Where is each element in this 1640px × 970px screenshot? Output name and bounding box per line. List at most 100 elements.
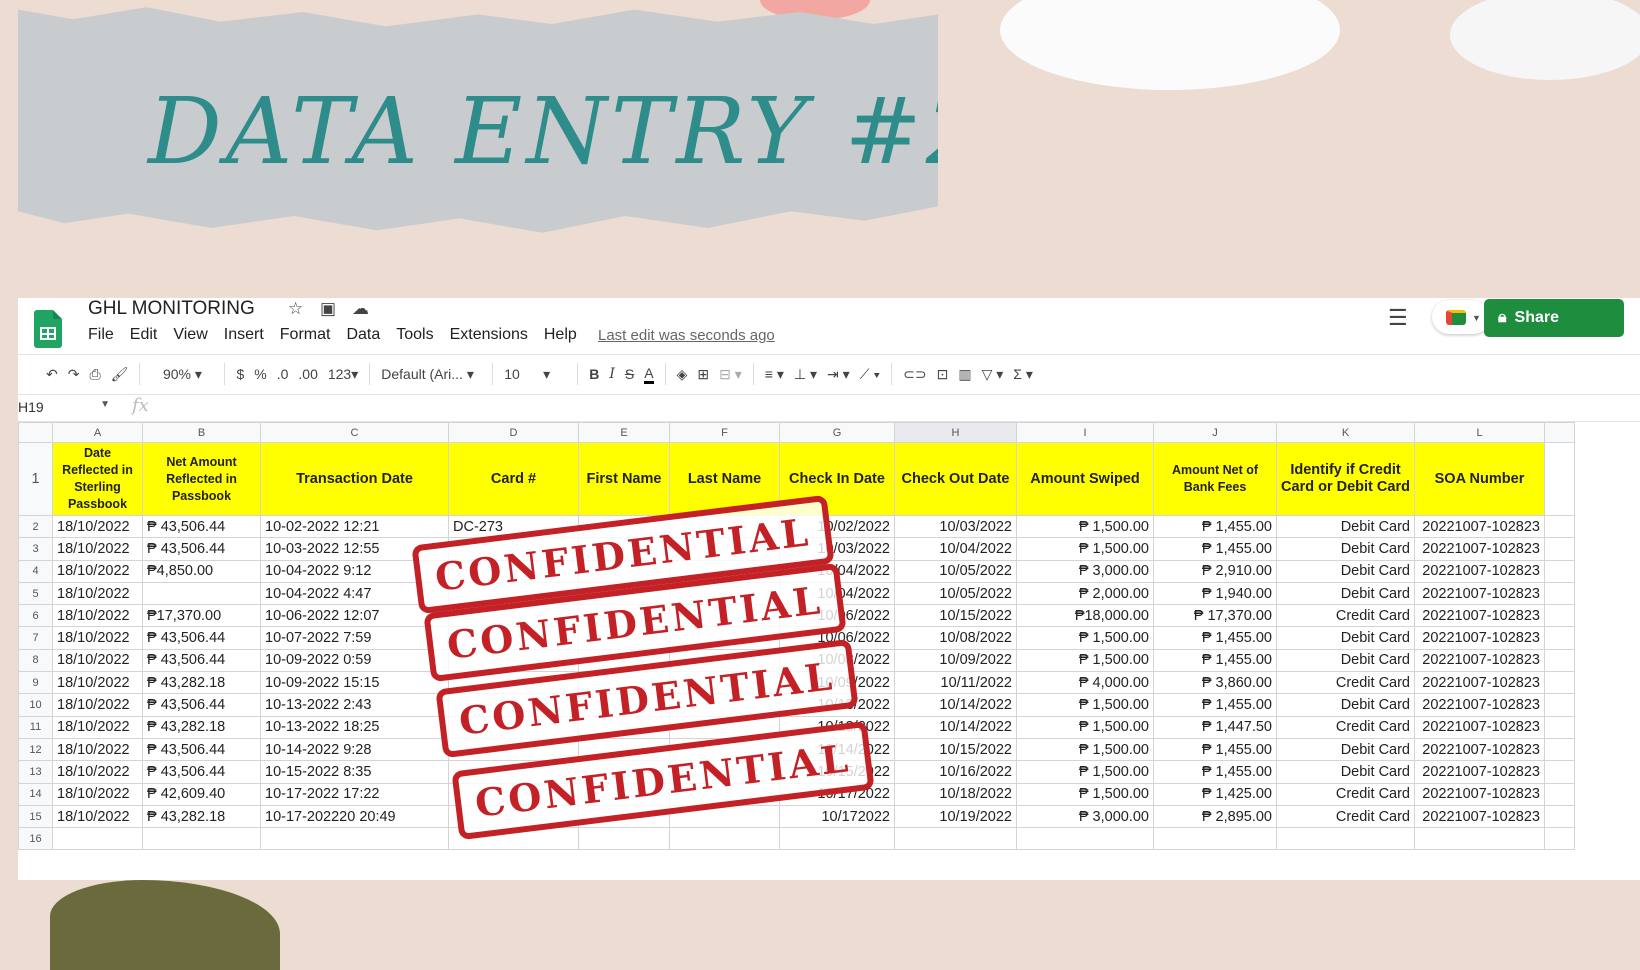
menu-extensions[interactable]: Extensions (450, 326, 528, 344)
table-cell[interactable]: ₱ 1,500.00 (1016, 648, 1154, 673)
table-cell[interactable]: 10/09/2022 (894, 648, 1017, 673)
text-color-button[interactable]: A (644, 365, 654, 384)
table-cell[interactable]: 10/08/2022 (894, 626, 1017, 650)
table-cell[interactable]: ₱ 2,000.00 (1016, 581, 1154, 606)
table-cell[interactable]: 18/10/2022 (52, 559, 143, 583)
table-cell[interactable]: 10/14/2022 (894, 693, 1017, 717)
table-cell[interactable]: ₱ 1,455.00 (1153, 737, 1277, 762)
horizontal-align-icon[interactable]: ≡ ▾ (765, 366, 784, 383)
empty-cell[interactable] (1016, 827, 1154, 851)
empty-cell[interactable] (52, 827, 143, 851)
table-cell[interactable]: 10/05/2022 (894, 581, 1017, 606)
menu-file[interactable]: File (88, 326, 114, 344)
table-cell[interactable]: ₱ 3,000.00 (1016, 804, 1154, 829)
table-cell[interactable]: 18/10/2022 (52, 537, 143, 561)
undo-icon[interactable]: ↶ (46, 366, 58, 383)
select-all-corner[interactable] (18, 422, 53, 443)
menu-help[interactable]: Help (544, 326, 577, 344)
meet-button[interactable]: ▼ (1432, 300, 1490, 334)
table-cell[interactable]: ₱ 43,506.44 (142, 693, 261, 717)
header-cell[interactable]: Card # (448, 442, 579, 516)
table-cell[interactable]: ₱ 1,447.50 (1153, 715, 1277, 739)
table-cell[interactable]: ₱ 1,455.00 (1153, 693, 1277, 717)
table-cell[interactable]: 18/10/2022 (52, 514, 143, 539)
move-folder-icon[interactable]: ▣ (320, 299, 336, 319)
paint-format-icon[interactable]: 🖌︎ (111, 366, 129, 383)
sheets-logo-icon[interactable] (34, 310, 62, 348)
table-cell[interactable]: Debit Card (1276, 648, 1415, 673)
column-header[interactable]: D (448, 422, 579, 443)
table-cell[interactable]: Credit Card (1276, 671, 1415, 695)
decrease-decimal-button[interactable]: .0 (277, 366, 289, 382)
menu-view[interactable]: View (173, 326, 207, 344)
table-cell[interactable]: 10-14-2022 9:28 (260, 737, 449, 762)
table-cell[interactable]: Debit Card (1276, 737, 1415, 762)
table-cell[interactable]: 20221007-102823 (1414, 514, 1545, 539)
table-cell[interactable]: ₱ 43,506.44 (142, 648, 261, 673)
table-cell[interactable]: 20221007-102823 (1414, 537, 1545, 561)
table-cell[interactable]: 10-17-202220 20:49 (260, 804, 449, 829)
header-cell[interactable]: Net Amount Reflected in Passbook (142, 442, 261, 516)
table-cell[interactable]: ₱ 43,282.18 (142, 715, 261, 739)
insert-comment-icon[interactable]: ⊡ (937, 366, 949, 383)
table-cell[interactable]: 20221007-102823 (1414, 760, 1545, 784)
column-header[interactable]: B (142, 422, 261, 443)
table-cell[interactable]: ₱ 43,282.18 (142, 804, 261, 829)
table-cell[interactable]: 18/10/2022 (52, 804, 143, 829)
column-header[interactable]: A (52, 422, 143, 443)
empty-cell[interactable] (1544, 782, 1575, 806)
table-cell[interactable]: ₱ 1,455.00 (1153, 626, 1277, 650)
table-cell[interactable]: 10/19/2022 (894, 804, 1017, 829)
last-edit-link[interactable]: Last edit was seconds ago (598, 327, 775, 344)
functions-icon[interactable]: Σ ▾ (1013, 366, 1033, 383)
row-number[interactable]: 8 (18, 648, 53, 673)
row-number[interactable]: 4 (18, 559, 53, 583)
table-cell[interactable]: 10/14/2022 (894, 715, 1017, 739)
empty-cell[interactable] (1544, 648, 1575, 673)
empty-cell[interactable] (894, 827, 1017, 851)
table-cell[interactable]: ₱ 3,860.00 (1153, 671, 1277, 695)
table-cell[interactable]: Credit Card (1276, 715, 1415, 739)
merge-cells-icon[interactable]: ⊟ ▾ (719, 366, 742, 383)
header-cell[interactable]: Date Reflected in Sterling Passbook (52, 442, 143, 516)
row-number[interactable]: 5 (18, 581, 53, 606)
column-header[interactable]: J (1153, 422, 1277, 443)
insert-link-icon[interactable]: ⊂⊃ (903, 366, 926, 383)
table-cell[interactable]: ₱ 42,609.40 (142, 782, 261, 806)
empty-cell[interactable] (1544, 537, 1575, 561)
share-button[interactable]: 🔒︎ Share (1484, 299, 1624, 337)
table-cell[interactable]: 18/10/2022 (52, 604, 143, 628)
row-number[interactable]: 12 (18, 737, 53, 762)
empty-cell[interactable] (1544, 827, 1575, 851)
table-cell[interactable]: ₱4,850.00 (142, 559, 261, 583)
table-cell[interactable]: ₱ 1,940.00 (1153, 581, 1277, 606)
redo-icon[interactable]: ↷ (68, 366, 80, 383)
table-cell[interactable]: 10-13-2022 2:43 (260, 693, 449, 717)
column-header[interactable]: L (1414, 422, 1545, 443)
table-cell[interactable]: ₱ 1,500.00 (1016, 626, 1154, 650)
table-cell[interactable]: ₱ 1,500.00 (1016, 760, 1154, 784)
document-title[interactable]: GHL MONITORING (88, 298, 255, 320)
italic-button[interactable]: I (609, 366, 615, 382)
table-cell[interactable]: ₱ 4,000.00 (1016, 671, 1154, 695)
column-header[interactable]: F (669, 422, 780, 443)
empty-cell[interactable] (1544, 671, 1575, 695)
empty-cell[interactable] (578, 827, 670, 851)
table-cell[interactable]: 18/10/2022 (52, 626, 143, 650)
empty-cell[interactable] (1544, 804, 1575, 829)
table-cell[interactable]: 20221007-102823 (1414, 626, 1545, 650)
table-cell[interactable]: ₱ 43,506.44 (142, 514, 261, 539)
table-cell[interactable]: 20221007-102823 (1414, 715, 1545, 739)
row-number[interactable]: 15 (18, 804, 53, 829)
insert-chart-icon[interactable]: ▥ (958, 366, 971, 383)
table-cell[interactable]: 10/172022 (779, 804, 895, 829)
empty-cell[interactable] (1153, 827, 1277, 851)
table-cell[interactable]: 18/10/2022 (52, 671, 143, 695)
table-cell[interactable]: Debit Card (1276, 760, 1415, 784)
fill-color-icon[interactable]: ◈ (677, 366, 688, 383)
table-cell[interactable]: 20221007-102823 (1414, 581, 1545, 606)
table-cell[interactable]: 18/10/2022 (52, 581, 143, 606)
table-cell[interactable]: 18/10/2022 (52, 782, 143, 806)
table-cell[interactable]: ₱ 1,500.00 (1016, 693, 1154, 717)
table-cell[interactable]: 20221007-102823 (1414, 671, 1545, 695)
